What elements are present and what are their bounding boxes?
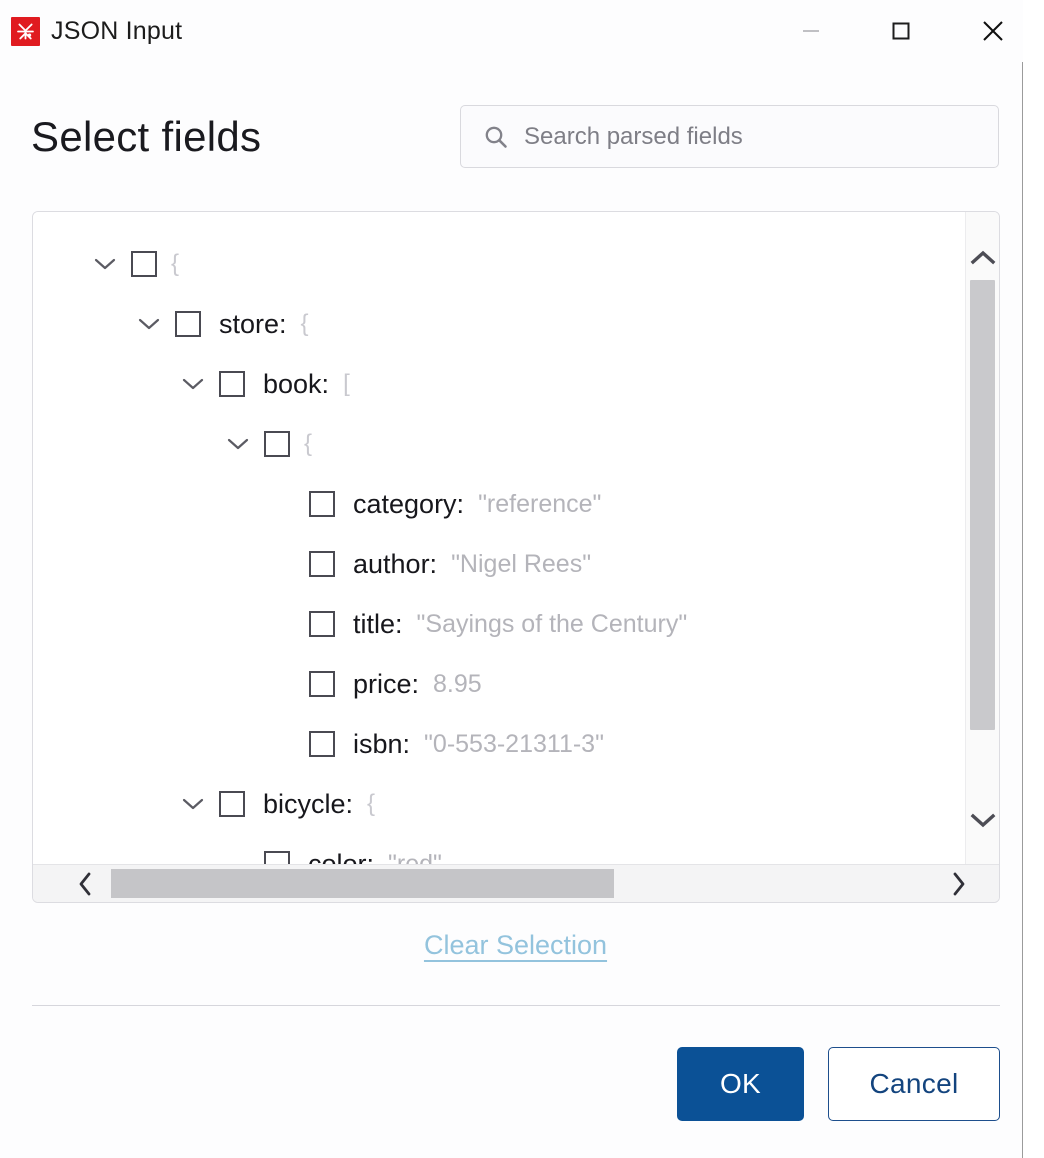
field-checkbox[interactable] xyxy=(219,791,245,817)
chevron-down-icon xyxy=(970,813,995,828)
close-icon xyxy=(983,21,1003,41)
dialog-footer: OK Cancel xyxy=(0,1047,1000,1121)
tree-row[interactable]: color: "red" xyxy=(33,834,965,864)
tree-row[interactable]: author: "Nigel Rees" xyxy=(33,534,965,594)
tree-row[interactable]: store: { xyxy=(33,294,965,354)
field-checkbox[interactable] xyxy=(309,491,335,517)
field-value-label: "Nigel Rees" xyxy=(451,550,592,578)
page-title: Select fields xyxy=(31,113,262,160)
horizontal-scrollbar[interactable] xyxy=(33,864,999,902)
field-checkbox[interactable] xyxy=(309,671,335,697)
maximize-icon xyxy=(892,22,910,40)
field-value-label: "Sayings of the Century" xyxy=(416,610,688,638)
field-key-label: book: xyxy=(263,369,330,399)
tree-row[interactable]: book: [ xyxy=(33,354,965,414)
field-value-label: "red" xyxy=(388,850,442,864)
json-brace-marker: { xyxy=(367,790,376,817)
chevron-down-icon[interactable] xyxy=(91,250,119,278)
field-key-label: bicycle: xyxy=(263,789,354,819)
chevron-right-icon xyxy=(953,872,965,895)
chevron-up-icon xyxy=(970,250,995,265)
field-checkbox[interactable] xyxy=(219,371,245,397)
tree-row[interactable]: title: "Sayings of the Century" xyxy=(33,594,965,654)
field-checkbox[interactable] xyxy=(309,731,335,757)
cancel-button[interactable]: Cancel xyxy=(828,1047,1000,1121)
field-checkbox[interactable] xyxy=(264,431,290,457)
tree-row[interactable]: { xyxy=(33,414,965,474)
field-key-label: store: xyxy=(219,309,287,339)
tree-row[interactable]: { xyxy=(33,234,965,294)
scroll-right-button[interactable] xyxy=(937,865,981,902)
field-value-label: "reference" xyxy=(478,490,602,518)
app-logo-icon xyxy=(11,17,40,46)
title-bar: JSON Input xyxy=(0,0,1023,62)
minimize-icon xyxy=(803,30,819,32)
close-button[interactable] xyxy=(970,8,1016,54)
field-key-label: isbn: xyxy=(353,729,411,759)
chevron-left-icon xyxy=(79,872,91,895)
scroll-down-button[interactable] xyxy=(966,798,999,842)
vertical-scrollbar[interactable] xyxy=(965,212,999,864)
vertical-scroll-thumb[interactable] xyxy=(970,280,995,730)
clear-selection-link[interactable]: Clear Selection xyxy=(0,930,1031,961)
scroll-up-button[interactable] xyxy=(966,236,999,280)
field-value-label: "0-553-21311-3" xyxy=(424,730,604,758)
footer-divider xyxy=(32,1005,1000,1006)
ok-button[interactable]: OK xyxy=(677,1047,804,1121)
field-checkbox[interactable] xyxy=(175,311,201,337)
horizontal-scroll-thumb[interactable] xyxy=(111,869,614,898)
field-key-label: author: xyxy=(353,549,438,579)
tree-row[interactable]: isbn: "0-553-21311-3" xyxy=(33,714,965,774)
field-key-label: color: xyxy=(308,849,375,864)
json-brace-marker: { xyxy=(300,310,309,337)
json-brace-marker: [ xyxy=(343,370,350,397)
json-input-window: JSON Input Select fields Search parsed f… xyxy=(0,0,1023,1158)
tree-row[interactable]: bicycle: { xyxy=(33,774,965,834)
json-brace-marker: { xyxy=(171,250,180,277)
field-checkbox[interactable] xyxy=(309,611,335,637)
chevron-down-icon[interactable] xyxy=(135,310,163,338)
search-field-container[interactable] xyxy=(460,105,999,168)
chevron-down-icon[interactable] xyxy=(179,790,207,818)
search-input[interactable] xyxy=(524,122,964,151)
json-brace-marker: { xyxy=(304,430,313,457)
field-key-label: category: xyxy=(353,489,465,519)
scroll-left-button[interactable] xyxy=(63,865,107,902)
field-checkbox[interactable] xyxy=(309,551,335,577)
window-title: JSON Input xyxy=(51,17,183,45)
minimize-button[interactable] xyxy=(788,8,834,54)
field-key-label: price: xyxy=(353,669,420,699)
chevron-down-icon[interactable] xyxy=(179,370,207,398)
maximize-button[interactable] xyxy=(878,8,924,54)
desktop-background xyxy=(1024,0,1044,1158)
field-value-label: 8.95 xyxy=(433,670,482,698)
search-icon xyxy=(483,124,509,150)
tree-row[interactable]: category: "reference" xyxy=(33,474,965,534)
field-checkbox[interactable] xyxy=(131,251,157,277)
chevron-down-icon[interactable] xyxy=(224,430,252,458)
tree-row-list: { store: { book: [ { category: "reference" autho… xyxy=(33,212,965,864)
tree-row[interactable]: price: 8.95 xyxy=(33,654,965,714)
field-tree-panel: { store: { book: [ { category: "reference" autho… xyxy=(32,211,1000,903)
field-checkbox[interactable] xyxy=(264,851,290,864)
tree-viewport: { store: { book: [ { category: "reference" autho… xyxy=(33,212,965,864)
field-key-label: title: xyxy=(353,609,403,639)
